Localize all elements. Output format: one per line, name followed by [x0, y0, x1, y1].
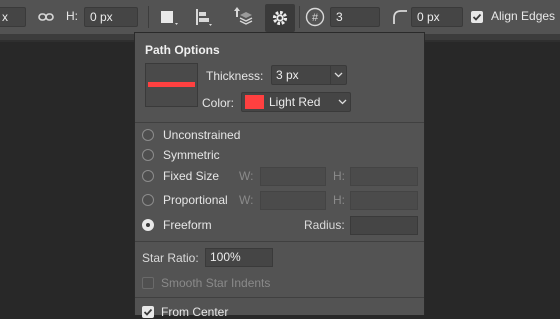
- freeform-label: Freeform: [163, 218, 212, 232]
- align-edges-label: Align Edges: [491, 9, 556, 23]
- divider: [135, 241, 424, 242]
- svg-text:#: #: [312, 12, 319, 24]
- height-field[interactable]: 0 px: [84, 7, 138, 27]
- unconstrained-label: Unconstrained: [163, 128, 241, 142]
- thickness-dropdown[interactable]: 3 px: [271, 65, 347, 85]
- fixed-height-label: H:: [333, 169, 345, 183]
- fixed-size-radio[interactable]: [142, 170, 154, 182]
- from-center-checkbox[interactable]: [142, 306, 154, 318]
- star-sides-field[interactable]: 3: [330, 7, 380, 27]
- options-toolbar: x H: 0 px # 3 0 px Align Edges: [0, 0, 560, 36]
- star-ratio-value: 100%: [210, 250, 241, 264]
- divider: [135, 297, 424, 298]
- link-icon[interactable]: [38, 10, 54, 28]
- gear-icon: [271, 9, 289, 32]
- symmetric-radio[interactable]: [142, 149, 154, 161]
- height-label: H:: [66, 9, 78, 23]
- smooth-indents-checkbox: [142, 277, 154, 289]
- star-ratio-label: Star Ratio:: [142, 251, 199, 265]
- fixed-size-label: Fixed Size: [163, 169, 220, 183]
- proportional-width-label: W:: [239, 193, 254, 207]
- corner-radius-icon: [392, 9, 408, 30]
- settings-button[interactable]: [265, 4, 295, 36]
- fixed-width-label: W:: [239, 169, 254, 183]
- proportional-label: Proportional: [163, 193, 228, 207]
- star-sides-icon: #: [305, 7, 325, 32]
- stroke-preview: [145, 63, 198, 107]
- star-sides-value: 3: [336, 10, 343, 24]
- color-value: Light Red: [269, 95, 321, 109]
- from-center-label: From Center: [161, 305, 229, 319]
- freeform-radio[interactable]: [142, 219, 154, 231]
- star-ratio-field[interactable]: 100%: [205, 248, 273, 267]
- symmetric-label: Symmetric: [163, 148, 220, 162]
- path-operations-icon[interactable]: [160, 9, 180, 32]
- separator: [299, 6, 300, 28]
- panel-title: Path Options: [145, 43, 220, 57]
- radius-field[interactable]: [350, 216, 418, 235]
- color-swatch: [245, 95, 264, 109]
- width-field[interactable]: x: [0, 7, 26, 27]
- proportional-width-field: [260, 191, 326, 210]
- height-field-value: 0 px: [90, 10, 113, 24]
- separator: [148, 6, 149, 28]
- thickness-value: 3 px: [276, 68, 299, 82]
- radius-label: Radius:: [304, 218, 345, 232]
- width-field-value: x: [2, 10, 8, 24]
- proportional-height-field: [350, 191, 418, 210]
- color-label: Color:: [202, 96, 235, 110]
- align-edges-checkbox[interactable]: [471, 11, 483, 23]
- divider: [135, 122, 424, 123]
- path-alignment-icon[interactable]: [194, 8, 214, 33]
- fixed-width-field: [260, 167, 326, 186]
- proportional-radio[interactable]: [142, 194, 154, 206]
- stroke-preview-line: [148, 82, 195, 87]
- corner-radius-value: 0 px: [417, 10, 440, 24]
- thickness-label: Thickness:: [206, 69, 264, 83]
- smooth-indents-label: Smooth Star Indents: [161, 276, 271, 290]
- fixed-height-field: [350, 167, 418, 186]
- chevron-down-icon: [335, 93, 350, 111]
- chevron-down-icon: [330, 66, 346, 84]
- proportional-height-label: H:: [333, 193, 345, 207]
- corner-radius-field[interactable]: 0 px: [411, 7, 463, 27]
- color-dropdown[interactable]: Light Red: [241, 92, 351, 112]
- path-arrangement-icon[interactable]: [231, 6, 253, 33]
- path-options-panel: Path Options Thickness: 3 px Color: Ligh…: [134, 32, 425, 319]
- unconstrained-radio[interactable]: [142, 129, 154, 141]
